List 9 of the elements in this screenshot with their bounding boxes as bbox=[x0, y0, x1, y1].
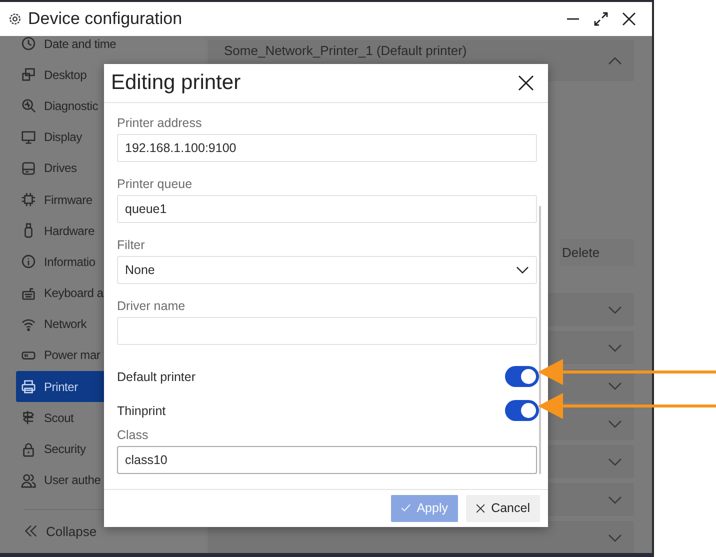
printer-name: Some_Network_Printer_1 (Default printer) bbox=[224, 43, 467, 58]
field-label: Printer address bbox=[117, 116, 203, 130]
field-label: Driver name bbox=[117, 298, 186, 312]
toggle-label: Thinprint bbox=[117, 404, 166, 418]
field-label: Printer queue bbox=[117, 176, 194, 190]
field-label: Class bbox=[117, 428, 150, 442]
window-title: Device configuration bbox=[28, 9, 182, 29]
field-label: Filter bbox=[117, 238, 146, 252]
toggle-label: Default printer bbox=[117, 370, 196, 384]
